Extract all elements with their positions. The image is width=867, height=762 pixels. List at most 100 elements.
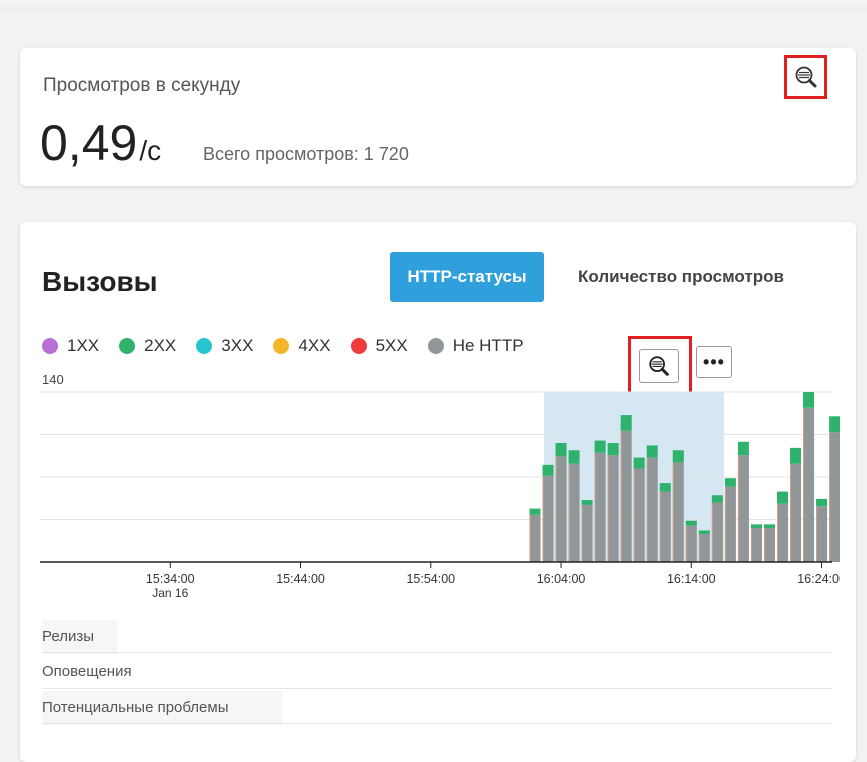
bar-2xx <box>659 483 671 492</box>
bar-4xx-edge <box>803 407 805 562</box>
zoom-search-icon <box>795 66 816 88</box>
bar-2xx <box>620 415 632 431</box>
views-total: Всего просмотров: 1 720 <box>203 144 409 164</box>
bar-4xx-edge <box>711 502 713 562</box>
calls-card: Вызовы HTTP-статусы Количество просмотро… <box>20 222 856 762</box>
bar-2xx <box>581 500 593 505</box>
legend-item-4xx[interactable]: 4XX <box>273 336 331 356</box>
legend-label-non-http: Не HTTP <box>452 336 524 355</box>
views-card-title: Просмотров в секунду <box>43 75 241 96</box>
legend-label-5xx: 5XX <box>375 336 408 355</box>
bar-4xx-edge <box>790 463 792 562</box>
bar-non-http <box>633 468 645 562</box>
bar-2xx <box>790 447 802 464</box>
bar-2xx <box>633 457 645 469</box>
bar-non-http <box>724 486 736 562</box>
bar-4xx-edge <box>633 468 635 562</box>
bar-non-http <box>685 525 697 562</box>
bar-2xx <box>724 478 736 487</box>
bar-non-http <box>737 455 749 562</box>
bar-2xx <box>698 530 710 535</box>
bar-non-http <box>672 462 684 562</box>
bar-non-http <box>620 430 632 562</box>
tab-view-count[interactable]: Количество просмотров <box>578 252 784 302</box>
bar-4xx-edge <box>529 514 531 562</box>
legend-label-3xx: 3XX <box>221 336 254 355</box>
lane-divider <box>42 688 832 689</box>
legend-item-2xx[interactable]: 2XX <box>119 336 176 356</box>
bar-4xx-edge <box>672 462 674 562</box>
more-options-button[interactable]: ••• <box>696 346 732 378</box>
bar-non-http <box>555 456 567 562</box>
zoom-search-icon <box>649 356 669 376</box>
bar-4xx-edge <box>620 430 622 562</box>
views-zoom-button[interactable] <box>784 55 827 99</box>
legend-dot-3xx <box>196 338 213 354</box>
legend-dot-5xx <box>350 338 367 354</box>
bar-non-http <box>790 463 802 562</box>
x-tick-label: 16:14:00 <box>667 572 716 586</box>
lane-alerts[interactable]: Оповещения <box>42 655 832 689</box>
bar-4xx-edge <box>542 475 544 562</box>
views-rate-value: 0,49/с <box>40 118 161 168</box>
http-status-chart[interactable]: 15:34:00Jan 16 15:44:00 15:54:00 16:04:00 16… <box>40 380 840 612</box>
bar-4xx-edge <box>724 486 726 562</box>
bar-2xx <box>542 464 554 476</box>
bar-4xx-edge <box>685 525 687 562</box>
bar-2xx <box>607 443 619 456</box>
bar-4xx-edge <box>698 534 700 562</box>
legend-item-1xx[interactable]: 1XX <box>42 336 99 356</box>
x-tick-label: 15:54:00 <box>406 572 455 586</box>
bar-2xx <box>829 416 840 433</box>
legend-item-non-http[interactable]: Не HTTP <box>427 336 524 356</box>
bar-non-http <box>607 455 619 562</box>
legend-item-3xx[interactable]: 3XX <box>196 336 253 356</box>
bar-2xx <box>594 440 606 453</box>
chart-legend: 1XX 2XX 3XX 4XX 5XX Не HTTP <box>42 332 544 360</box>
bar-2xx <box>555 443 567 457</box>
bar-non-http <box>542 475 554 562</box>
tab-http-statuses[interactable]: HTTP-статусы <box>390 252 544 302</box>
legend-label-2xx: 2XX <box>144 336 177 355</box>
bar-4xx-edge <box>816 506 818 562</box>
bar-2xx <box>803 392 815 408</box>
bar-non-http <box>529 514 541 562</box>
bar-2xx <box>763 524 775 528</box>
bar-2xx <box>646 445 658 458</box>
x-tick-label: 15:44:00 <box>276 572 325 586</box>
x-tick-sublabel: Jan 16 <box>152 586 188 600</box>
bar-4xx-edge <box>555 456 557 562</box>
legend-label-4xx: 4XX <box>298 336 331 355</box>
bar-2xx <box>816 498 828 507</box>
bar-non-http <box>698 534 710 562</box>
bar-non-http <box>659 491 671 562</box>
x-tick-label: 15:34:00 <box>146 572 195 586</box>
bar-non-http <box>646 457 658 562</box>
legend-label-1xx: 1XX <box>67 336 100 355</box>
bar-2xx <box>776 491 789 504</box>
bar-2xx <box>529 508 541 515</box>
x-tick-label: 16:04:00 <box>537 572 586 586</box>
lane-potential-problems[interactable]: Потенциальные проблемы <box>42 691 832 725</box>
x-tick-label: 16:24:00 <box>797 572 840 586</box>
legend-dot-4xx <box>273 338 290 354</box>
bar-4xx-edge <box>659 491 661 562</box>
bar-4xx-edge <box>594 452 596 562</box>
bar-non-http <box>763 528 775 562</box>
views-rate-unit: /с <box>139 135 162 166</box>
bar-4xx-edge <box>581 504 583 562</box>
lane-releases[interactable]: Релизы <box>42 620 832 654</box>
bar-2xx <box>568 450 580 464</box>
bar-4xx-edge <box>750 528 752 562</box>
legend-item-5xx[interactable]: 5XX <box>350 336 408 356</box>
lane-divider <box>42 723 832 724</box>
lane-divider <box>42 652 832 653</box>
chart-zoom-button-inner[interactable] <box>639 349 679 383</box>
bar-4xx-edge <box>568 463 570 562</box>
bar-non-http <box>776 503 789 562</box>
bar-non-http <box>568 463 580 562</box>
bar-2xx <box>672 450 684 463</box>
views-rate-number: 0,49 <box>40 115 138 171</box>
bar-4xx-edge <box>763 528 765 562</box>
calls-card-title: Вызовы <box>42 266 158 297</box>
